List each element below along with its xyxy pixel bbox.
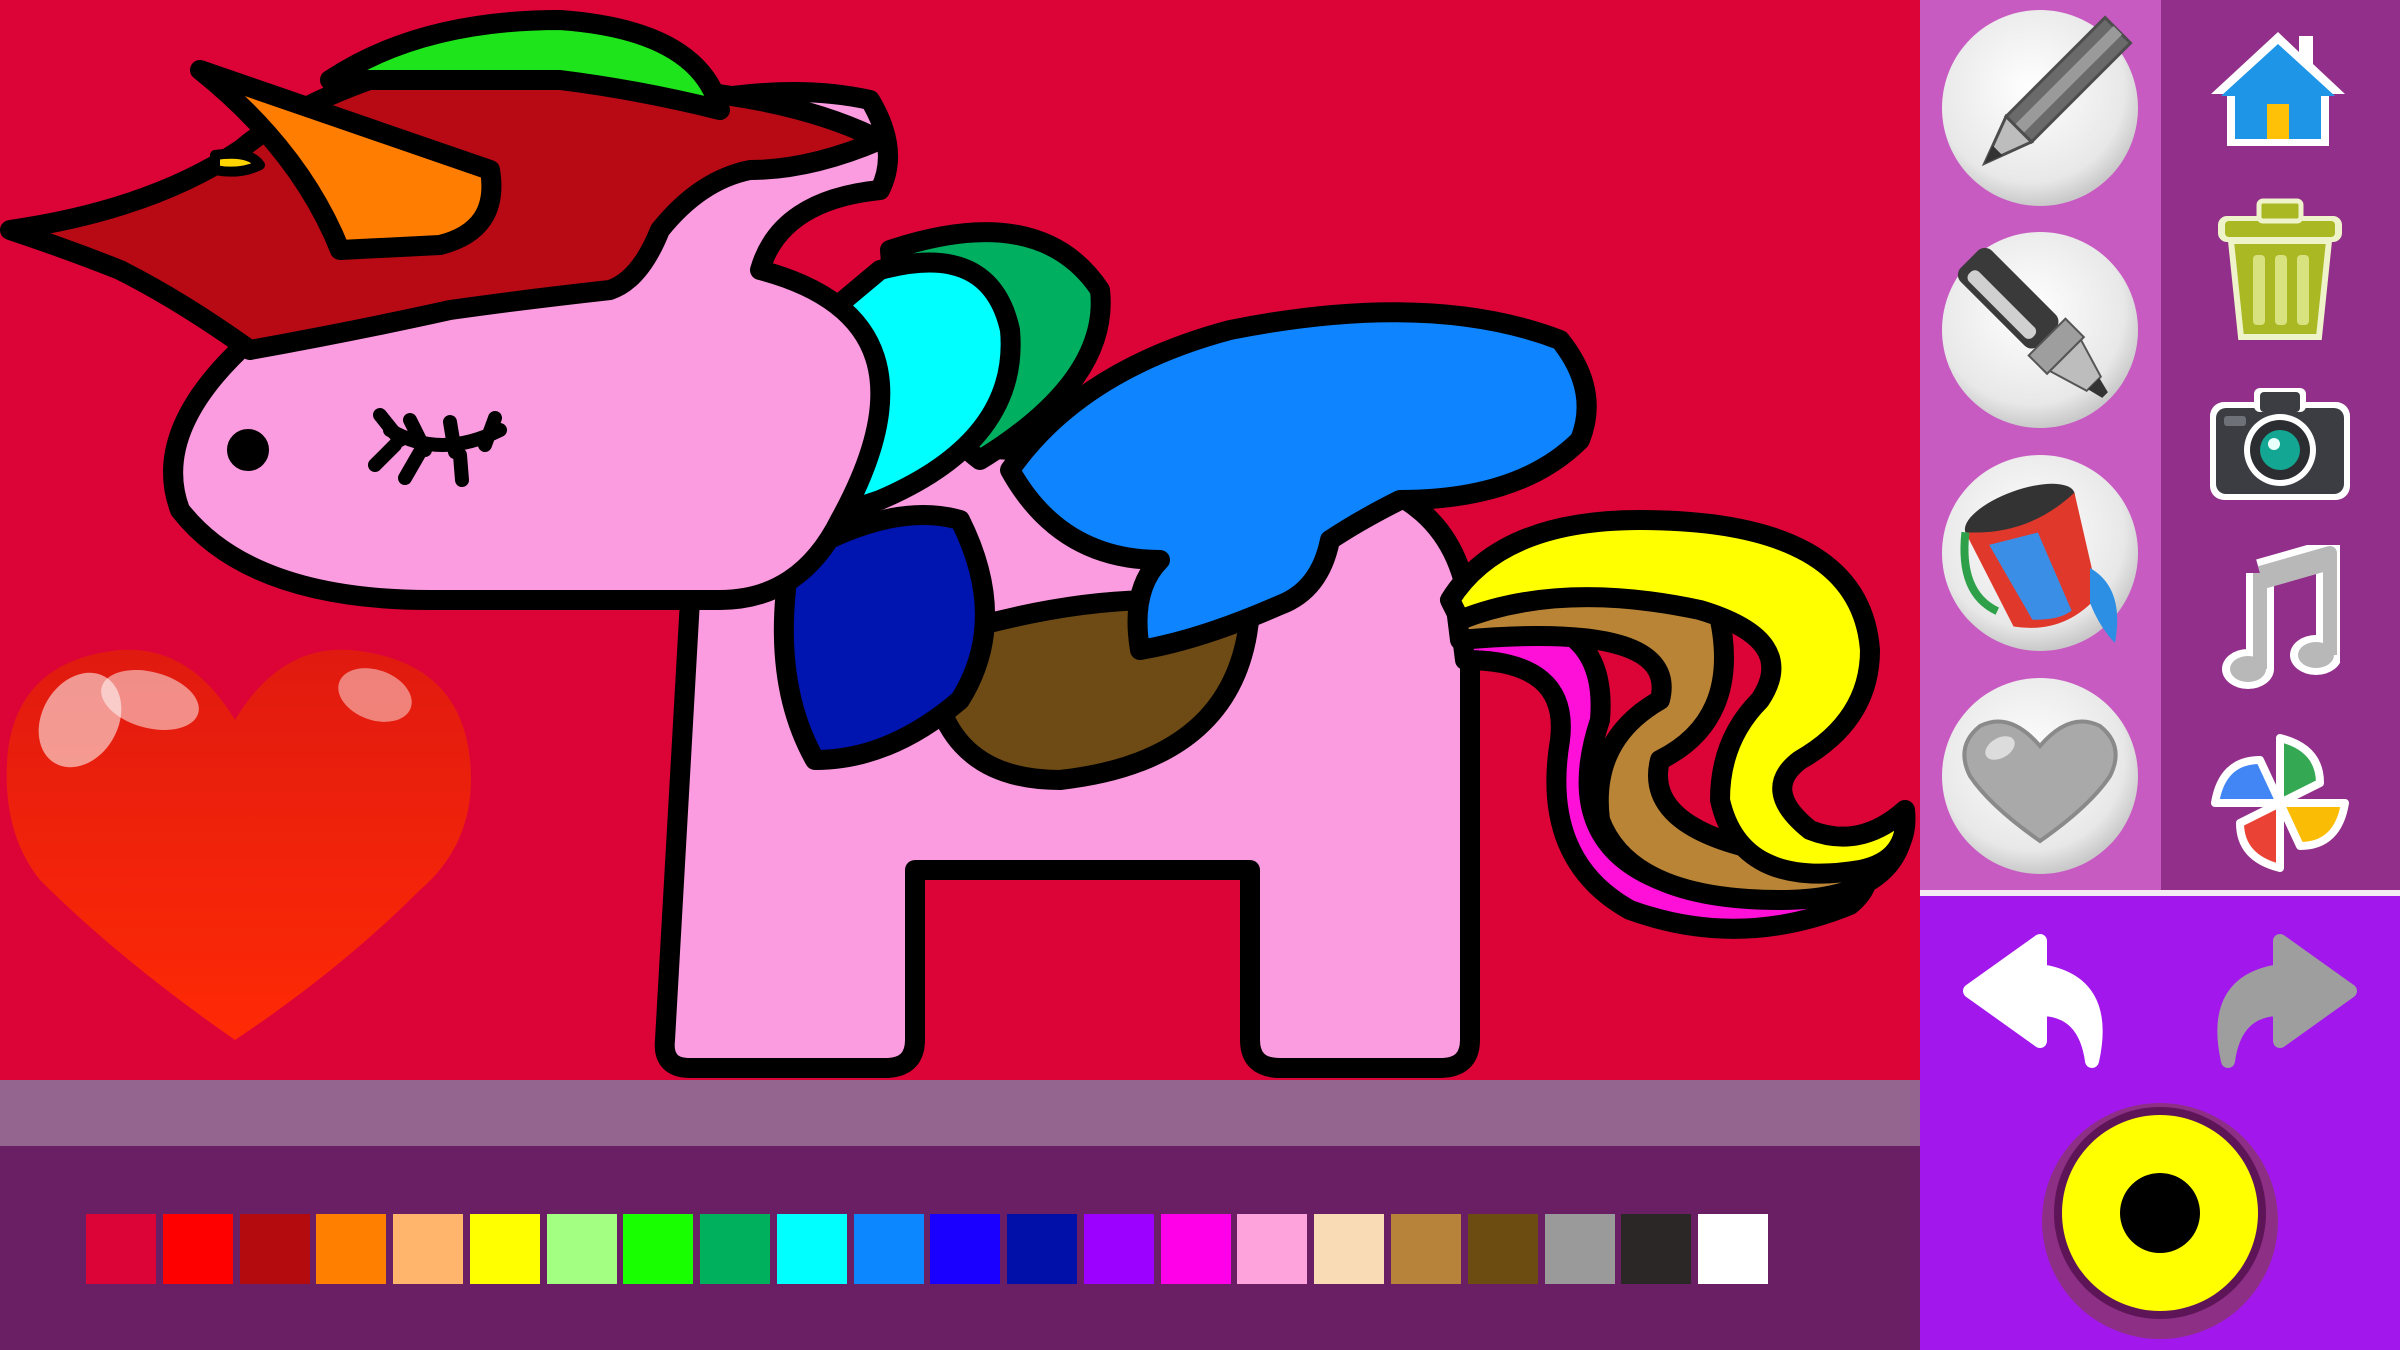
- home-icon: [2211, 32, 2345, 146]
- camera-icon: [2210, 388, 2350, 500]
- color-swatch[interactable]: [1314, 1214, 1385, 1284]
- color-swatch[interactable]: [1544, 1214, 1615, 1284]
- coloring-page[interactable]: [0, 0, 1920, 1080]
- color-swatch[interactable]: [930, 1214, 1001, 1284]
- palette-bar: [0, 1080, 1920, 1350]
- color-swatch[interactable]: [162, 1214, 233, 1284]
- color-swatch[interactable]: [316, 1214, 387, 1284]
- color-swatch[interactable]: [700, 1214, 771, 1284]
- marker-tool-button[interactable]: [1940, 230, 2140, 430]
- brush-size-icon: [2042, 1103, 2278, 1339]
- redo-button[interactable]: [2200, 921, 2360, 1071]
- paint-bucket-icon: [1942, 455, 2138, 651]
- brush-size-button[interactable]: [2040, 1101, 2280, 1341]
- music-note-icon: [2222, 545, 2340, 689]
- undo-arrow-icon: [1963, 934, 2103, 1068]
- palette-bar-header: [0, 1080, 1920, 1146]
- tools-panel: [1920, 0, 2400, 895]
- color-swatch[interactable]: [1007, 1214, 1078, 1284]
- clear-canvas-button[interactable]: [2215, 195, 2345, 345]
- history-panel: [1920, 896, 2400, 1350]
- color-palette: [86, 1214, 1775, 1284]
- color-swatch[interactable]: [1698, 1214, 1769, 1284]
- color-swatch[interactable]: [623, 1214, 694, 1284]
- pencil-icon: [1942, 10, 2138, 206]
- home-button[interactable]: [2203, 24, 2353, 154]
- color-swatch[interactable]: [1467, 1214, 1538, 1284]
- music-toggle-button[interactable]: [2220, 545, 2340, 695]
- pony-nostril: [227, 429, 269, 471]
- color-swatch[interactable]: [239, 1214, 310, 1284]
- color-swatch[interactable]: [1083, 1214, 1154, 1284]
- drawing-canvas[interactable]: [0, 0, 1920, 1080]
- fill-bucket-tool-button[interactable]: [1940, 453, 2140, 653]
- gallery-button[interactable]: [2210, 728, 2350, 878]
- color-swatch[interactable]: [776, 1214, 847, 1284]
- color-swatch[interactable]: [469, 1214, 540, 1284]
- color-swatch[interactable]: [1391, 1214, 1462, 1284]
- pony-mane-accent: [210, 148, 265, 177]
- color-swatch[interactable]: [86, 1214, 156, 1284]
- heart-sticker-icon: [1942, 678, 2138, 874]
- save-photo-button[interactable]: [2206, 380, 2354, 505]
- marker-icon: [1942, 232, 2138, 428]
- trash-icon: [2218, 198, 2342, 340]
- pencil-tool-button[interactable]: [1940, 8, 2140, 208]
- color-swatch[interactable]: [1621, 1214, 1692, 1284]
- undo-button[interactable]: [1960, 921, 2120, 1071]
- color-swatch[interactable]: [546, 1214, 617, 1284]
- color-swatch[interactable]: [393, 1214, 464, 1284]
- redo-arrow-icon: [2217, 934, 2357, 1068]
- sticker-tool-button[interactable]: [1940, 676, 2140, 876]
- color-swatch[interactable]: [853, 1214, 924, 1284]
- pinwheel-icon: [2211, 734, 2349, 872]
- color-swatch[interactable]: [1237, 1214, 1308, 1284]
- color-swatch[interactable]: [1160, 1214, 1231, 1284]
